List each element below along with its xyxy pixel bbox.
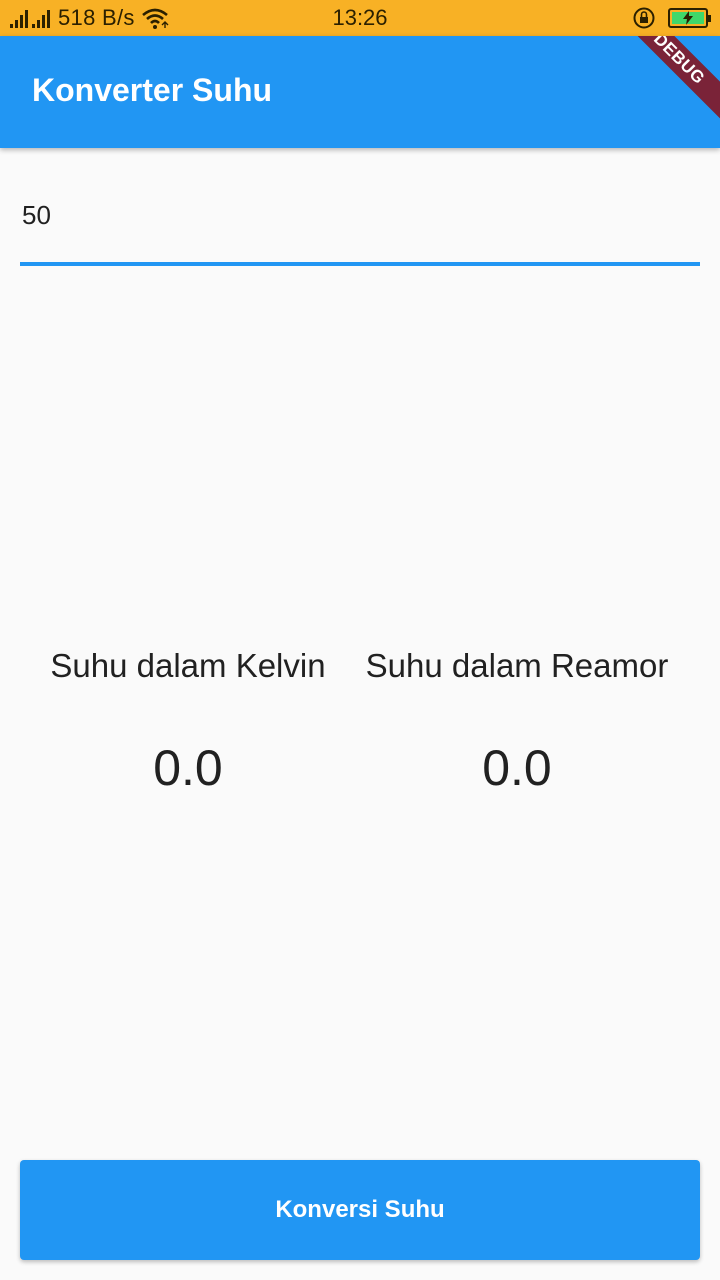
kelvin-label: Suhu dalam Kelvin xyxy=(50,647,326,684)
status-right xyxy=(632,0,711,36)
convert-button[interactable]: Konversi Suhu xyxy=(20,1160,700,1260)
signal-icon xyxy=(10,8,28,28)
temperature-input[interactable] xyxy=(20,190,700,240)
wifi-icon xyxy=(141,8,169,29)
battery-charging-icon xyxy=(668,8,711,28)
app-bar: Konverter Suhu DEBUG xyxy=(0,36,720,148)
reamor-value: 0.0 xyxy=(482,740,552,796)
reamor-result: Suhu dalam Reamor 0.0 xyxy=(357,640,677,798)
temperature-input-container xyxy=(20,180,700,266)
status-bar: 518 B/s 13:26 xyxy=(0,0,720,36)
debug-banner: DEBUG xyxy=(616,36,720,122)
app-title: Konverter Suhu xyxy=(32,72,273,108)
status-left: 518 B/s xyxy=(10,0,171,36)
reamor-label: Suhu dalam Reamor xyxy=(365,647,669,684)
rotation-lock-icon xyxy=(633,7,655,29)
kelvin-result: Suhu dalam Kelvin 0.0 xyxy=(28,640,348,798)
kelvin-value: 0.0 xyxy=(153,740,223,796)
signal-icon xyxy=(32,8,50,28)
network-speed: 518 B/s xyxy=(58,5,135,30)
